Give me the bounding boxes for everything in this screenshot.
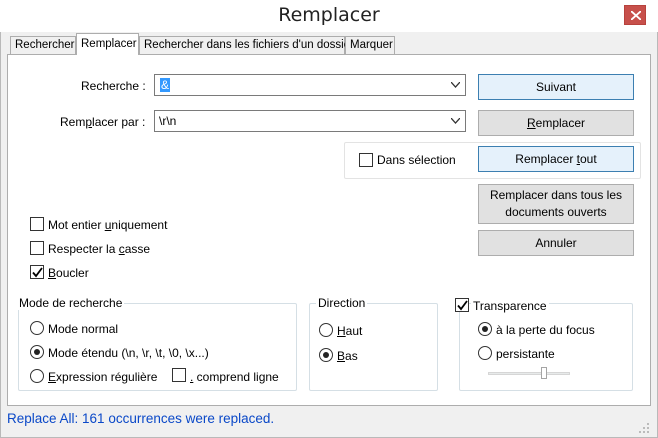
chevron-down-icon[interactable]	[451, 118, 460, 124]
mode-regex-radio[interactable]	[30, 369, 44, 383]
replace-all-docs-line1: Remplacer dans tous les	[489, 188, 623, 202]
close-x-icon	[631, 11, 641, 20]
match-case-label: Respecter la casse	[48, 242, 151, 256]
tab-remplacer[interactable]: Remplacer	[76, 33, 139, 55]
mode-extended-label: Mode étendu (\n, \r, \t, \0, \x...)	[48, 346, 209, 360]
close-button[interactable]	[624, 5, 646, 25]
radio-dot	[482, 326, 488, 332]
search-label: Recherche :	[81, 79, 146, 93]
dot-newline-checkbox[interactable]	[172, 368, 186, 382]
transparency-title: Transparence	[471, 299, 549, 313]
wrap-checkbox[interactable]	[30, 265, 44, 279]
wrap-label: Boucler	[48, 266, 89, 280]
radio-dot	[34, 349, 40, 355]
chevron-down-icon[interactable]	[451, 82, 460, 88]
mode-extended-radio[interactable]	[30, 345, 44, 359]
transparency-slider-track[interactable]	[488, 372, 570, 375]
transparency-always-radio[interactable]	[478, 346, 492, 360]
direction-up-label: Haut	[337, 324, 363, 338]
replace-input-value[interactable]: \r\n	[159, 114, 176, 128]
match-case-checkbox[interactable]	[30, 241, 44, 255]
whole-word-checkbox[interactable]	[30, 217, 44, 231]
direction-up-radio[interactable]	[319, 323, 333, 337]
search-mode-title: Mode de recherche	[17, 296, 125, 310]
title-bar[interactable]: Remplacer	[0, 0, 658, 32]
transparency-slider-thumb[interactable]	[541, 367, 548, 379]
replace-all-button[interactable]: Remplacer tout	[478, 146, 634, 172]
radio-dot	[323, 352, 329, 358]
replace-label: Remplacer par :	[60, 115, 146, 129]
resize-grip-icon[interactable]	[638, 422, 650, 434]
mode-normal-radio[interactable]	[30, 321, 44, 335]
transparency-focus-label: à la perte du focus	[496, 323, 595, 337]
mode-regex-label: Expression régulière	[48, 370, 158, 384]
transparency-always-label: persistante	[496, 347, 555, 361]
direction-group	[309, 303, 438, 391]
whole-word-label: Mot entier uniquement	[48, 218, 168, 232]
replace-panel: Recherche : & Remplacer par : \r\n Suiva…	[7, 54, 651, 406]
direction-title: Direction	[316, 296, 368, 310]
in-selection-checkbox[interactable]	[359, 153, 373, 167]
transparency-focus-radio[interactable]	[478, 322, 492, 336]
transparency-checkbox[interactable]	[455, 298, 469, 312]
next-button[interactable]: Suivant	[478, 74, 634, 100]
tab-rechercher-dossier[interactable]: Rechercher dans les fichiers d'un dossie…	[139, 36, 354, 54]
mode-normal-label: Mode normal	[48, 322, 119, 336]
cancel-button[interactable]: Annuler	[478, 230, 634, 256]
dot-newline-label: . comprend ligne	[190, 370, 279, 384]
search-input-value[interactable]: &	[160, 78, 171, 92]
window-title: Remplacer	[278, 4, 380, 26]
direction-down-label: Bas	[337, 349, 358, 363]
tab-marquer[interactable]: Marquer	[345, 36, 395, 54]
direction-down-radio[interactable]	[319, 348, 333, 362]
tab-rechercher[interactable]: Rechercher	[10, 36, 76, 54]
replace-all-docs-button[interactable]: Remplacer dans tous les documents ouvert…	[478, 184, 634, 224]
in-selection-label: Dans sélection	[377, 153, 456, 167]
replace-button[interactable]: Remplacer	[478, 110, 634, 136]
replace-all-docs-line2: documents ouverts	[505, 205, 607, 219]
checkmark-icon	[457, 300, 468, 311]
status-message: Replace All: 161 occurrences were replac…	[7, 411, 275, 426]
checkmark-icon	[32, 267, 43, 278]
replace-combobox[interactable]: \r\n	[154, 110, 466, 132]
search-combobox[interactable]: &	[154, 74, 466, 96]
